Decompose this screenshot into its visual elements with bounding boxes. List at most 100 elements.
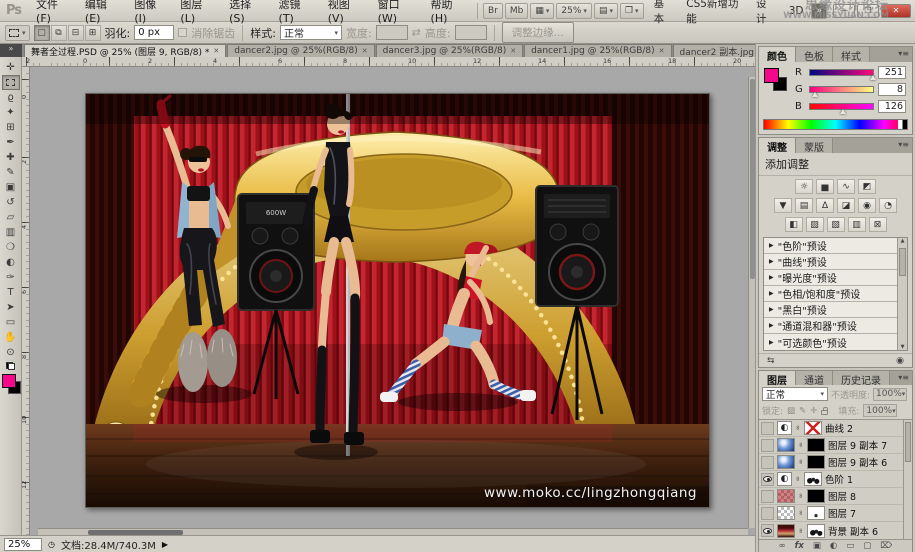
new-selection-button[interactable]: ▢ [34,25,50,41]
zoom-tool[interactable]: ⊙ [2,345,20,360]
layer-thumbnail[interactable] [777,506,795,520]
link-layers-icon[interactable]: ∞ [779,541,786,551]
view-extras-button[interactable]: ▤ ▾ [594,3,618,19]
layer-row-layer9copy7[interactable]: ∞ 图层 9 副本 7 [759,437,912,454]
tab-adjustments[interactable]: 调整 [759,138,796,153]
vibrance-icon[interactable]: ▼ [774,198,792,213]
slider-marker[interactable] [870,75,876,80]
pasteboard[interactable]: 600W [30,67,755,535]
levels-icon[interactable]: ▅ [816,179,834,194]
quick-selection-tool[interactable]: ✦ [2,105,20,120]
doc-tab-active[interactable]: 舞者全过程.PSD @ 25% (图层 9, RGB/8) * ✕ [24,44,226,57]
tab-swatches[interactable]: 色板 [796,47,833,62]
horizontal-scrollbar[interactable] [38,528,748,535]
new-adjustment-icon[interactable]: ◐ [830,541,837,551]
pen-tool[interactable]: ✑ [2,270,20,285]
preset-hue-saturation[interactable]: ▶"色相/饱和度"预设 [764,286,897,302]
visibility-toggle[interactable] [761,490,774,503]
visibility-toggle[interactable] [761,524,774,537]
path-selection-tool[interactable]: ➤ [2,300,20,315]
brush-tool[interactable]: ✎ [2,165,20,180]
preset-black-white[interactable]: ▶"黑白"预设 [764,302,897,318]
lasso-tool[interactable]: ϱ [2,90,20,105]
visibility-toggle[interactable] [761,456,774,469]
layer-mask-thumbnail[interactable] [804,421,822,435]
scrollbar-thumb[interactable] [750,79,755,279]
close-button[interactable]: ✕ [881,4,911,18]
layer-thumbnail[interactable] [777,438,795,452]
subtract-selection-button[interactable]: ⊟ [68,25,84,41]
slider-marker[interactable] [812,92,818,97]
intersect-selection-button[interactable]: ⊞ [85,25,101,41]
new-layer-icon[interactable]: ▢ [863,541,871,551]
brightness-contrast-icon[interactable]: ☼ [795,179,813,194]
menu-edit[interactable]: 编辑(E) [78,0,125,26]
tab-history[interactable]: 历史记录 [833,371,890,385]
channel-mixer-icon[interactable]: ◔ [879,198,897,213]
expand-icon[interactable]: ▶ [769,274,774,281]
workspace-overflow-button[interactable]: » [811,3,827,19]
slider-marker[interactable] [840,109,846,114]
menu-select[interactable]: 选择(S) [222,0,269,26]
gradient-map-icon[interactable]: ▥ [848,217,866,232]
move-tool[interactable]: ✛ [2,60,20,75]
foreground-color-swatch[interactable] [764,68,779,83]
color-spectrum-ramp[interactable] [763,119,908,130]
threshold-icon[interactable]: ▧ [827,217,845,232]
hand-tool[interactable]: ✋ [2,330,20,345]
doc-tab[interactable]: dancer3.jpg @ 25%(RGB/8) ✕ [376,44,523,57]
black-white-icon[interactable]: ◪ [837,198,855,213]
close-icon[interactable]: ✕ [362,47,368,55]
close-icon[interactable]: ✕ [510,47,516,55]
preset-levels[interactable]: ▶"色阶"预设 [764,238,897,254]
arrange-documents-button[interactable]: ▦ ▾ [530,3,554,19]
panel-menu-icon[interactable]: ▾≡ [898,140,909,149]
layers-scrollbar[interactable] [903,420,912,539]
zoom-level-dropdown[interactable]: 25% ▾ [556,3,592,19]
exposure-icon[interactable]: ◩ [858,179,876,194]
screen-mode-button[interactable]: ❐ ▾ [620,3,644,19]
scrollbar-thumb[interactable] [905,422,911,462]
red-slider[interactable] [809,69,874,76]
expand-icon[interactable]: ▶ [769,242,774,249]
layer-mask-thumbnail[interactable] [807,506,825,520]
tab-overflow-icon[interactable]: » [0,44,22,57]
toggle-visibility-icon[interactable]: ◉ [896,356,904,366]
layer-name[interactable]: 背景 副本 6 [828,524,878,538]
menu-help[interactable]: 帮助(H) [424,0,473,26]
tool-preset-picker[interactable]: ▾ [5,25,30,41]
doc-tab[interactable]: dancer1.jpg @ 25%(RGB/8) ✕ [524,44,671,57]
green-value-input[interactable]: 8 [878,83,906,96]
layer-row-layer7[interactable]: ∞ 图层 7 [759,505,912,522]
expand-icon[interactable]: ▶ [769,290,774,297]
tab-layers[interactable]: 图层 [759,371,796,385]
history-brush-tool[interactable]: ↺ [2,195,20,210]
layer-mask-thumbnail[interactable] [807,524,825,538]
lock-all-icon[interactable] [821,410,828,415]
menu-view[interactable]: 视图(V) [321,0,369,26]
hue-saturation-icon[interactable]: ▤ [795,198,813,213]
delete-layer-icon[interactable]: ⌦ [880,541,892,551]
tab-masks[interactable]: 蒙版 [796,138,833,153]
blur-tool[interactable]: ❍ [2,240,20,255]
lock-position-icon[interactable]: ✛ [810,406,817,416]
layer-thumbnail[interactable] [777,489,795,503]
clone-stamp-tool[interactable]: ▣ [2,180,20,195]
add-selection-button[interactable]: ⧉ [51,25,67,41]
layer-mask-thumbnail[interactable] [807,489,825,503]
dodge-tool[interactable]: ◐ [2,255,20,270]
doc-tab[interactable]: dancer2 副本.jpg @ 25%(RGB/8) ✕ [673,44,755,57]
refine-edge-button[interactable]: 调整边缘... [502,22,574,43]
vertical-scrollbar[interactable] [748,77,755,528]
layer-row-curves2[interactable]: ◐ ∞ 曲线 2 [759,420,912,437]
tab-styles[interactable]: 样式 [833,47,870,62]
layer-name[interactable]: 色阶 1 [825,472,853,486]
layer-mask-thumbnail[interactable] [804,472,822,486]
doc-tab[interactable]: dancer2.jpg @ 25%(RGB/8) ✕ [227,44,374,57]
adjustment-layer-icon[interactable]: ◐ [777,472,792,486]
expand-icon[interactable]: ▶ [769,306,774,313]
preset-exposure[interactable]: ▶"曝光度"预设 [764,270,897,286]
add-mask-icon[interactable]: ▣ [813,541,821,551]
opacity-input[interactable]: 100%▾ [873,388,907,401]
adjustment-layer-icon[interactable]: ◐ [777,421,792,435]
